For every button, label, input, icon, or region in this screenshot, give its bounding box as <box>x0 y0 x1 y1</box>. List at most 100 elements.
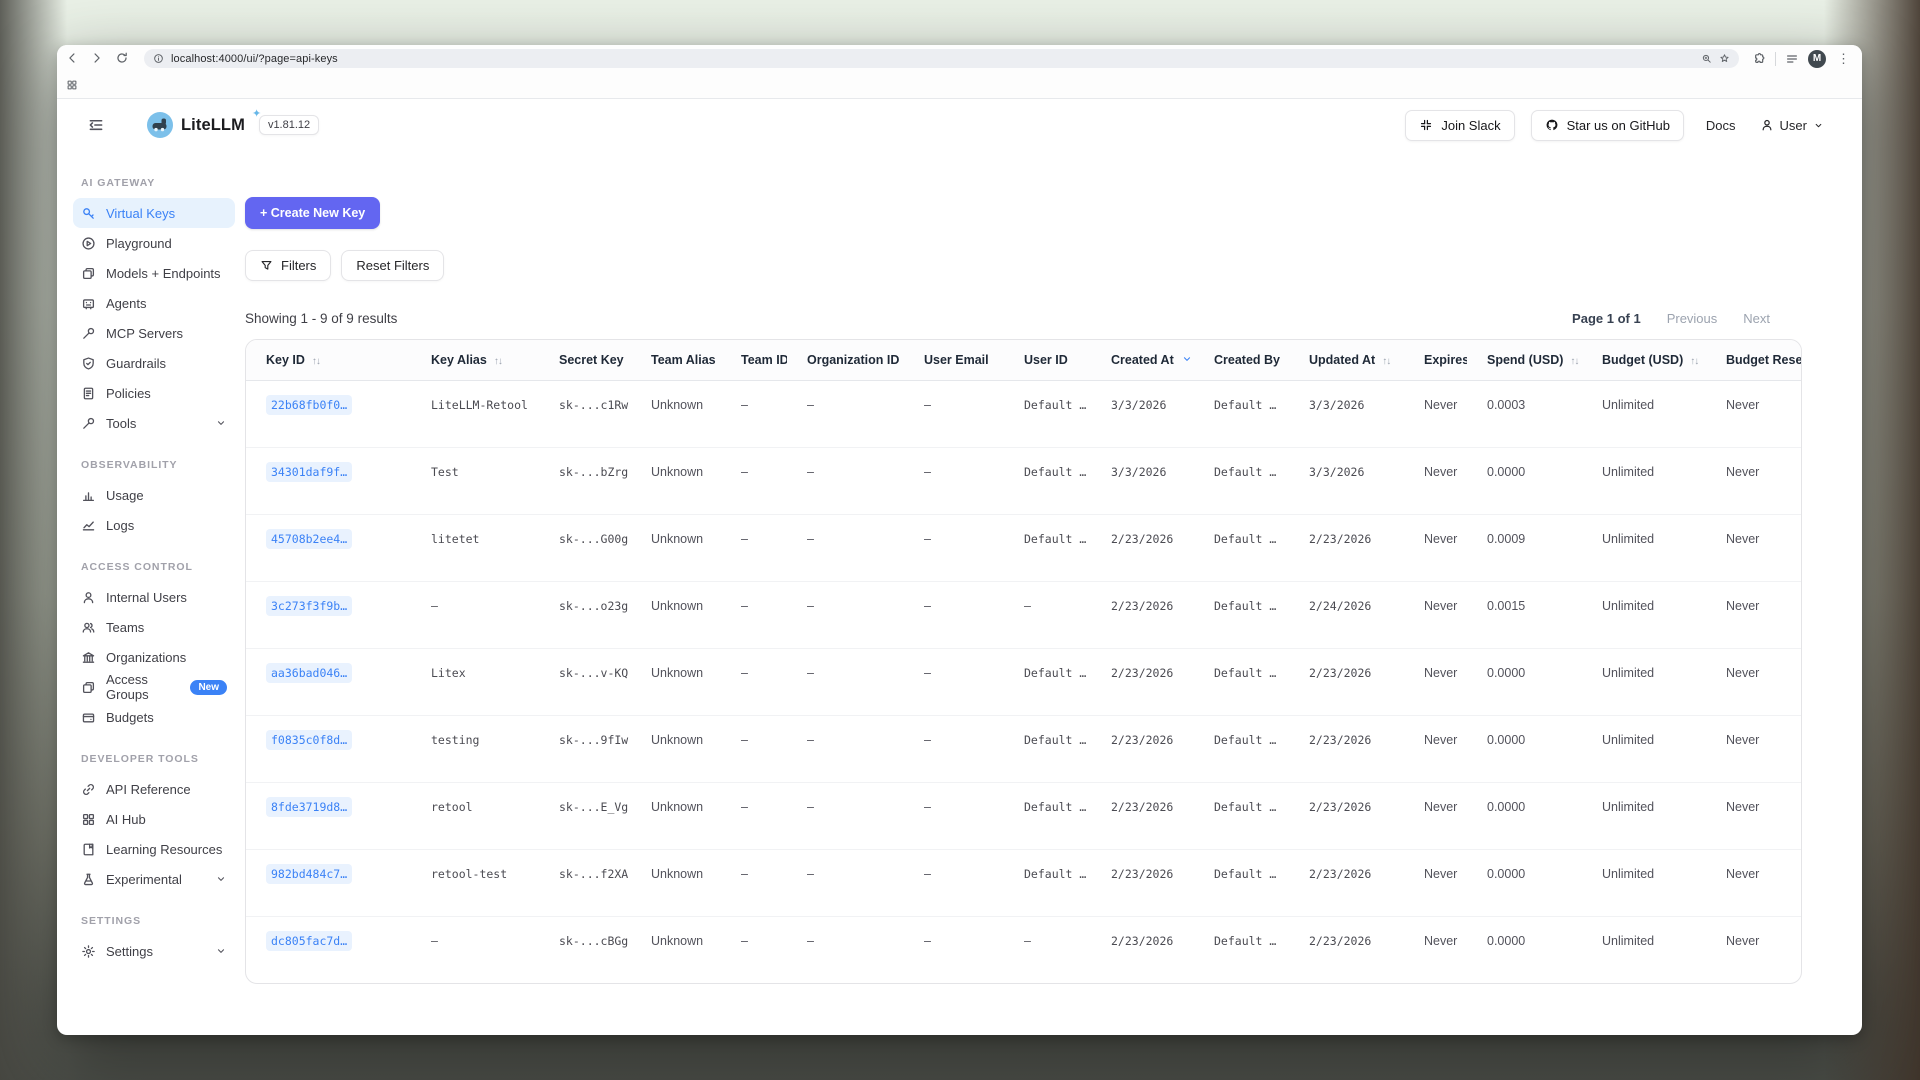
refresh-icon[interactable] <box>115 51 131 67</box>
column-header-key-id[interactable]: Key ID↑↓ <box>246 340 411 380</box>
wrench-icon <box>81 326 96 341</box>
address-bar[interactable]: localhost:4000/ui/?page=api-keys <box>144 49 1739 68</box>
sidebar-item-policies[interactable]: Policies <box>73 378 235 408</box>
key-id-link[interactable]: 982bd484c7… <box>266 864 352 884</box>
cell-team-id: – <box>721 648 787 715</box>
key-id-link[interactable]: 3c273f3f9b… <box>266 596 352 616</box>
sort-icon[interactable]: ↑↓ <box>1690 356 1698 367</box>
sidebar-item-logs[interactable]: Logs <box>73 510 235 540</box>
cell-spend-usd: 0.0000 <box>1467 648 1582 715</box>
cell-user-email: – <box>904 380 1004 447</box>
sidebar-item-agents[interactable]: Agents <box>73 288 235 318</box>
sort-icon[interactable]: ↑↓ <box>1570 356 1578 367</box>
sidebar-section-ai-gateway: AI GATEWAYVirtual KeysPlaygroundModels +… <box>73 177 235 438</box>
sidebar-item-settings[interactable]: Settings <box>73 936 235 966</box>
cell-team-alias: Unknown <box>631 916 721 983</box>
cell-budget-reset: Never <box>1706 715 1802 782</box>
cell-created-by: Default … <box>1194 380 1289 447</box>
sidebar-item-usage[interactable]: Usage <box>73 480 235 510</box>
key-id-link[interactable]: f0835c0f8d… <box>266 730 352 750</box>
cell-expires: Never <box>1404 648 1467 715</box>
create-new-key-button[interactable]: + Create New Key <box>245 197 380 229</box>
cell-created-by: Default … <box>1194 916 1289 983</box>
cell-user-email: – <box>904 648 1004 715</box>
docs-link[interactable]: Docs <box>1706 118 1736 133</box>
cell-updated-at: 2/23/2026 <box>1289 514 1404 581</box>
previous-button[interactable]: Previous <box>1667 311 1718 326</box>
cell-spend-usd: 0.0000 <box>1467 916 1582 983</box>
column-header-budget-usd[interactable]: Budget (USD)↑↓ <box>1582 340 1706 380</box>
cell-secret-key: sk-...f2XA <box>539 849 631 916</box>
sidebar-item-label: Agents <box>106 296 146 311</box>
gear-icon <box>81 944 96 959</box>
column-header-created-at[interactable]: Created At <box>1091 340 1194 380</box>
user-menu[interactable]: User <box>1760 118 1824 133</box>
sidebar-item-models-endpoints[interactable]: Models + Endpoints <box>73 258 235 288</box>
reset-filters-button[interactable]: Reset Filters <box>341 250 444 281</box>
sidebar-item-experimental[interactable]: Experimental <box>73 864 235 894</box>
apps-grid-icon[interactable] <box>66 79 78 91</box>
sidebar-item-internal-users[interactable]: Internal Users <box>73 582 235 612</box>
cell-key-alias: LiteLLM-Retool <box>411 380 539 447</box>
browser-menu-icon[interactable]: ⋮ <box>1835 52 1852 65</box>
profile-avatar[interactable]: M <box>1808 50 1826 68</box>
key-id-link[interactable]: dc805fac7d… <box>266 931 352 951</box>
sidebar-item-organizations[interactable]: Organizations <box>73 642 235 672</box>
forward-icon[interactable] <box>90 51 106 67</box>
next-button[interactable]: Next <box>1743 311 1770 326</box>
cell-expires: Never <box>1404 581 1467 648</box>
column-header-user-id: User ID <box>1004 340 1091 380</box>
sidebar-item-mcp-servers[interactable]: MCP Servers <box>73 318 235 348</box>
key-id-link[interactable]: 45708b2ee4… <box>266 529 352 549</box>
key-id-link[interactable]: 8fde3719d8… <box>266 797 352 817</box>
sort-icon[interactable]: ↑↓ <box>494 356 502 367</box>
column-header-key-alias[interactable]: Key Alias↑↓ <box>411 340 539 380</box>
sidebar: AI GATEWAYVirtual KeysPlaygroundModels +… <box>57 147 245 986</box>
cell-organization-id: – <box>787 447 904 514</box>
sort-icon[interactable]: ↑↓ <box>312 356 320 367</box>
sidebar-item-teams[interactable]: Teams <box>73 612 235 642</box>
grid-icon <box>81 812 96 827</box>
browser-window: localhost:4000/ui/?page=api-keys M ⋮ Lit… <box>57 45 1862 1035</box>
sidebar-item-label: Experimental <box>106 872 182 887</box>
site-info-icon[interactable] <box>153 53 164 64</box>
filters-button[interactable]: Filters <box>245 250 331 281</box>
book-icon <box>81 842 96 857</box>
extensions-puzzle-icon[interactable] <box>1752 52 1766 66</box>
cell-spend-usd: 0.0000 <box>1467 782 1582 849</box>
bookmark-star-icon[interactable] <box>1719 53 1730 64</box>
cell-spend-usd: 0.0003 <box>1467 380 1582 447</box>
sidebar-item-label: Models + Endpoints <box>106 266 221 281</box>
sidebar-item-budgets[interactable]: Budgets <box>73 702 235 732</box>
key-id-link[interactable]: 22b68fb0f0… <box>266 395 352 415</box>
sidebar-item-access-groups[interactable]: Access GroupsNew <box>73 672 235 702</box>
sidebar-item-playground[interactable]: Playground <box>73 228 235 258</box>
sidebar-toggle-icon[interactable] <box>87 116 105 134</box>
column-header-spend-usd[interactable]: Spend (USD)↑↓ <box>1467 340 1582 380</box>
sidebar-item-learning-resources[interactable]: Learning Resources <box>73 834 235 864</box>
cell-budget-usd: Unlimited <box>1582 648 1706 715</box>
zoom-icon[interactable] <box>1701 53 1712 64</box>
join-slack-button[interactable]: Join Slack <box>1405 110 1514 141</box>
sidebar-item-guardrails[interactable]: Guardrails <box>73 348 235 378</box>
sidebar-item-api-reference[interactable]: API Reference <box>73 774 235 804</box>
cell-budget-reset: Never <box>1706 648 1802 715</box>
sort-desc-icon[interactable] <box>1181 353 1193 365</box>
star-github-button[interactable]: Star us on GitHub <box>1531 110 1684 141</box>
sidebar-item-tools[interactable]: Tools <box>73 408 235 438</box>
key-id-link[interactable]: aa36bad046… <box>266 663 352 683</box>
sort-icon[interactable]: ↑↓ <box>1382 356 1390 367</box>
back-icon[interactable] <box>65 51 81 67</box>
cell-budget-reset: Never <box>1706 581 1802 648</box>
litellm-logo[interactable]: LiteLLM <box>147 112 245 138</box>
side-panel-icon[interactable] <box>1785 52 1799 66</box>
sidebar-item-virtual-keys[interactable]: Virtual Keys <box>73 198 235 228</box>
page-info: Page 1 of 1 <box>1572 311 1641 326</box>
column-header-organization-id: Organization ID <box>787 340 904 380</box>
sidebar-item-ai-hub[interactable]: AI Hub <box>73 804 235 834</box>
join-slack-label: Join Slack <box>1441 118 1500 133</box>
cell-created-at: 2/23/2026 <box>1091 916 1194 983</box>
column-header-updated-at[interactable]: Updated At↑↓ <box>1289 340 1404 380</box>
cell-expires: Never <box>1404 715 1467 782</box>
key-id-link[interactable]: 34301daf9f… <box>266 462 352 482</box>
